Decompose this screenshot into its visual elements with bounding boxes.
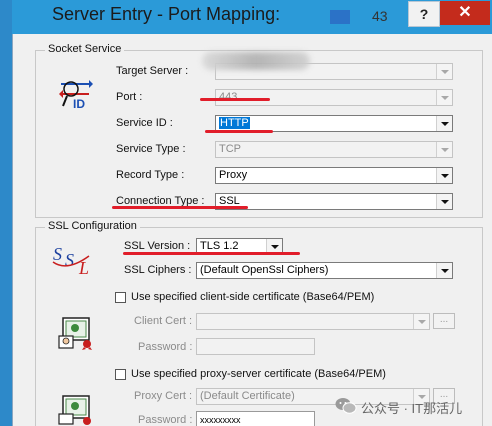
svg-text:S: S — [65, 250, 74, 270]
client-password-field[interactable] — [196, 338, 315, 355]
service-id-label: Service ID : — [116, 117, 173, 129]
close-button[interactable]: ✕ — [440, 1, 490, 25]
server-entry-dialog: Server Entry - Port Mapping: 43 ? ✕ Sock… — [0, 0, 492, 426]
network-id-icon: ID — [59, 80, 93, 110]
client-cert-label: Client Cert : — [134, 315, 193, 327]
chevron-down-icon[interactable] — [436, 64, 452, 79]
service-type-combo[interactable]: TCP — [215, 141, 453, 158]
certificate-icon — [58, 395, 91, 425]
proxy-password-label: Password : — [138, 414, 193, 426]
port-value: 443 — [219, 91, 238, 103]
annotation-underline — [205, 130, 273, 133]
watermark-text: 公众号 · IT那活儿 — [361, 401, 463, 416]
ssl-ciphers-label: SSL Ciphers : — [124, 264, 192, 276]
ssl-version-value: TLS 1.2 — [200, 240, 239, 252]
ssl-version-label: SSL Version : — [124, 240, 191, 252]
port-label: Port : — [116, 91, 143, 103]
service-type-label: Service Type : — [116, 143, 186, 155]
help-button[interactable]: ? — [408, 1, 440, 27]
proxy-cert-checkbox[interactable] — [115, 369, 126, 380]
chevron-down-icon[interactable] — [436, 168, 452, 183]
client-cert-checkbox-label[interactable]: Use specified client-side certificate (B… — [131, 291, 374, 303]
chevron-down-icon[interactable] — [413, 314, 429, 329]
ssl-ciphers-combo[interactable]: (Default OpenSsl Ciphers) — [196, 262, 453, 279]
connection-type-combo[interactable]: SSL — [215, 193, 453, 210]
redaction-blur — [202, 52, 310, 70]
chevron-down-icon[interactable] — [436, 194, 452, 209]
proxy-password-field[interactable]: xxxxxxxxx — [196, 411, 315, 426]
chevron-down-icon[interactable] — [436, 90, 452, 105]
window-border — [0, 0, 12, 426]
ssl-icon: S S L — [52, 244, 90, 278]
proxy-cert-checkbox-label[interactable]: Use specified proxy-server certificate (… — [131, 368, 386, 380]
record-type-combo[interactable]: Proxy — [215, 167, 453, 184]
window-title: Server Entry - Port Mapping: — [52, 4, 281, 24]
chevron-down-icon[interactable] — [436, 263, 452, 278]
ssl-configuration-legend: SSL Configuration — [45, 220, 140, 232]
redacted-block — [330, 10, 350, 24]
svg-text:ID: ID — [73, 97, 85, 110]
client-cert-browse-button[interactable]: ... — [433, 313, 455, 329]
dialog-client-area: Socket Service ID Target Server : Port :… — [12, 34, 492, 426]
ssl-ciphers-value: (Default OpenSsl Ciphers) — [200, 264, 329, 276]
proxy-cert-label: Proxy Cert : — [134, 390, 193, 402]
client-cert-combo[interactable] — [196, 313, 430, 330]
wechat-icon — [335, 398, 357, 414]
target-server-label: Target Server : — [116, 65, 189, 77]
window-title-suffix: 43 — [372, 8, 388, 24]
service-id-value: HTTP — [219, 117, 250, 129]
annotation-underline — [200, 98, 270, 101]
service-type-value: TCP — [219, 143, 241, 155]
client-cert-checkbox[interactable] — [115, 292, 126, 303]
proxy-password-value: xxxxxxxxx — [200, 415, 241, 425]
socket-service-legend: Socket Service — [45, 43, 125, 55]
client-password-label: Password : — [138, 341, 193, 353]
certificate-icon — [58, 317, 92, 350]
record-type-value: Proxy — [219, 169, 248, 181]
annotation-underline — [112, 206, 248, 209]
record-type-label: Record Type : — [116, 169, 185, 181]
proxy-cert-value: (Default Certificate) — [200, 390, 295, 402]
annotation-underline — [123, 252, 300, 255]
watermark: 公众号 · IT那活儿 — [333, 396, 489, 416]
chevron-down-icon[interactable] — [436, 116, 452, 131]
svg-text:S: S — [53, 244, 62, 264]
chevron-down-icon[interactable] — [436, 142, 452, 157]
